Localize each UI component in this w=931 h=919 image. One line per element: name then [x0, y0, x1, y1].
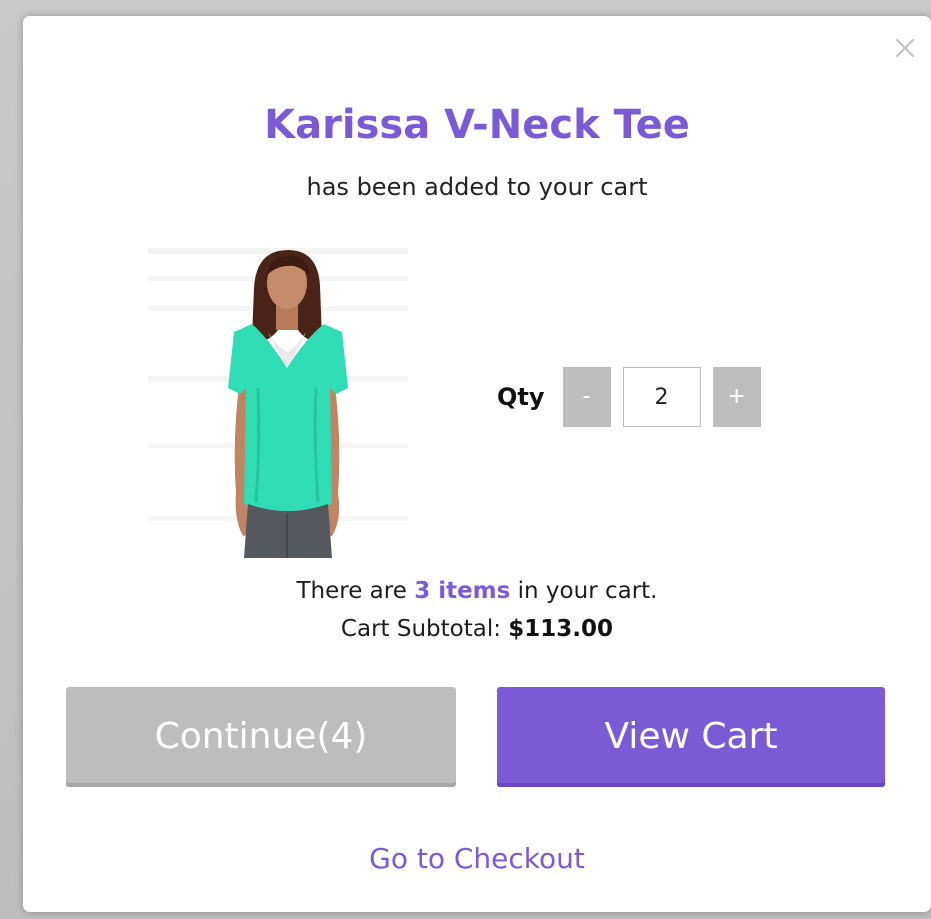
- qty-decrement-button[interactable]: -: [562, 367, 611, 427]
- cart-summary: There are 3 items in your cart. Cart Sub…: [23, 572, 931, 648]
- add-to-cart-modal: Karissa V-Neck Tee has been added to you…: [23, 16, 931, 912]
- qty-increment-button[interactable]: +: [712, 367, 761, 427]
- cart-items-suffix: in your cart.: [510, 578, 658, 604]
- product-photo-illustration: [148, 228, 408, 558]
- view-cart-button[interactable]: View Cart: [497, 687, 885, 787]
- added-message: has been added to your cart: [306, 173, 648, 201]
- cart-subtotal-line: Cart Subtotal: $113.00: [23, 610, 931, 648]
- cart-item-count: 3 items: [414, 578, 511, 604]
- qty-input[interactable]: [622, 367, 701, 427]
- product-image: [148, 228, 408, 558]
- product-title: Karissa V-Neck Tee: [264, 102, 690, 148]
- quantity-control: Qty - +: [497, 367, 761, 427]
- close-button[interactable]: [893, 36, 917, 60]
- continue-shopping-button[interactable]: Continue(4): [66, 687, 456, 787]
- cart-items-prefix: There are: [296, 578, 415, 604]
- go-to-checkout-link[interactable]: Go to Checkout: [23, 839, 931, 879]
- cart-items-line: There are 3 items in your cart.: [23, 572, 931, 610]
- subtotal-label: Cart Subtotal:: [340, 616, 509, 642]
- close-icon: [895, 38, 915, 58]
- qty-label: Qty: [497, 383, 545, 411]
- subtotal-value: $113.00: [508, 616, 614, 642]
